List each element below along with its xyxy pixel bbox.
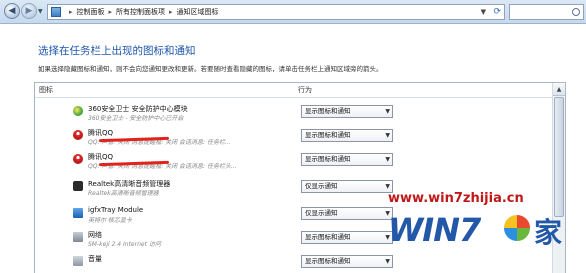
behavior-select-value: 显示图标和通知 — [305, 233, 351, 241]
forward-button[interactable]: ▶ — [21, 3, 37, 19]
qq-penguin-icon — [73, 154, 83, 164]
breadcrumb-separator-icon[interactable]: ▸ — [109, 8, 113, 16]
forward-arrow-icon: ▶ — [25, 5, 33, 16]
behavior-select-value: 显示图标和通知 — [305, 257, 351, 265]
chevron-down-icon: ▼ — [385, 258, 390, 265]
chevron-down-icon: ▼ — [385, 108, 390, 115]
scroll-up-icon[interactable]: ▲ — [553, 83, 565, 96]
table-row: 360安全卫士 安全防护中心模块 360安全卫士 - 安全防护中心已开启 显示图… — [35, 103, 553, 127]
column-header-icons: 图标 — [39, 86, 53, 94]
behavior-select[interactable]: 显示图标和通知 ▼ — [301, 105, 393, 118]
behavior-select[interactable]: 仅显示通知 ▼ — [301, 207, 393, 220]
behavior-select[interactable]: 仅显示通知 ▼ — [301, 180, 393, 193]
chevron-down-icon: ▼ — [385, 156, 390, 163]
breadcrumb-separator-icon[interactable]: ▸ — [69, 8, 73, 16]
back-arrow-icon: ◀ — [8, 5, 16, 16]
app-status: 英特尔 核芯显卡 — [88, 217, 132, 224]
app-status: SM-keji 2.4 Internet 访问 — [88, 241, 161, 248]
volume-icon — [73, 256, 83, 266]
search-icon — [572, 8, 580, 16]
search-input[interactable] — [509, 4, 584, 20]
behavior-select-value: 仅显示通知 — [305, 182, 338, 190]
address-dropdown-icon[interactable]: ▼ — [481, 5, 486, 19]
refresh-icon[interactable]: ⟳ — [493, 5, 501, 19]
app-name: 音量 — [88, 255, 102, 263]
breadcrumb-control-panel[interactable]: 控制面板 — [77, 7, 105, 17]
behavior-select-value: 显示图标和通知 — [305, 107, 351, 115]
chevron-down-icon: ▼ — [385, 132, 390, 139]
intel-graphics-icon — [73, 208, 83, 218]
behavior-select[interactable]: 显示图标和通知 ▼ — [301, 129, 393, 142]
app-status: Realtek高清晰音频管理器 — [88, 190, 159, 197]
control-panel-icon — [51, 7, 61, 17]
scrollbar-thumb[interactable] — [554, 97, 564, 217]
shield-360-icon — [73, 106, 83, 116]
behavior-select-value: 仅显示通知 — [305, 209, 338, 217]
table-row: 音量 显示图标和通知 ▼ — [35, 253, 553, 273]
breadcrumb-all-items[interactable]: 所有控制面板项 — [116, 7, 165, 17]
network-icon — [73, 232, 83, 242]
realtek-audio-icon — [73, 181, 83, 191]
address-bar: ◀ ▶ ▼ ▸ 控制面板 ▸ 所有控制面板项 ▸ 通知区域图标 ▼ ⟳ — [0, 0, 586, 24]
windows-flag-icon — [502, 213, 532, 243]
watermark-logo-text: WIN7 — [388, 211, 481, 249]
behavior-select[interactable]: 显示图标和通知 ▼ — [301, 255, 393, 268]
behavior-select-value: 显示图标和通知 — [305, 155, 351, 163]
app-status: 360安全卫士 - 安全防护中心已开启 — [88, 115, 184, 122]
qq-penguin-icon — [73, 130, 83, 140]
recent-pages-dropdown-icon[interactable]: ▼ — [38, 8, 45, 15]
header-divider — [35, 97, 553, 98]
watermark-logo: WIN7 家 — [388, 211, 568, 255]
column-header-behavior: 行为 — [298, 86, 312, 94]
page-title: 选择在任务栏上出现的图标和通知 — [38, 45, 196, 57]
behavior-select[interactable]: 显示图标和通知 ▼ — [301, 153, 393, 166]
table-row: 腾讯QQ QQ: 声音: 关闭 消息提醒框: 关闭 会话消息: 任务栏头... … — [35, 151, 553, 175]
back-button[interactable]: ◀ — [4, 3, 20, 19]
watermark-logo-suffix: 家 — [534, 216, 563, 249]
app-name: igfxTray Module — [88, 206, 144, 214]
breadcrumb-separator-icon[interactable]: ▸ — [169, 8, 173, 16]
behavior-select[interactable]: 显示图标和通知 ▼ — [301, 231, 393, 244]
breadcrumb-notification-icons[interactable]: 通知区域图标 — [177, 7, 219, 17]
breadcrumb[interactable]: ▸ 控制面板 ▸ 所有控制面板项 ▸ 通知区域图标 ▼ ⟳ — [47, 4, 505, 20]
watermark-url: www.win7zhijia.cn — [388, 191, 524, 206]
table-row: 腾讯QQ QQ: 声音: 关闭 消息提醒框: 关闭 会话消息: 任务栏... 显… — [35, 127, 553, 151]
behavior-select-value: 显示图标和通知 — [305, 131, 351, 139]
page-description: 如果选择隐藏图标和通知，则不会向您通知更改和更新。若要随时查看隐藏的图标，请单击… — [38, 65, 383, 73]
